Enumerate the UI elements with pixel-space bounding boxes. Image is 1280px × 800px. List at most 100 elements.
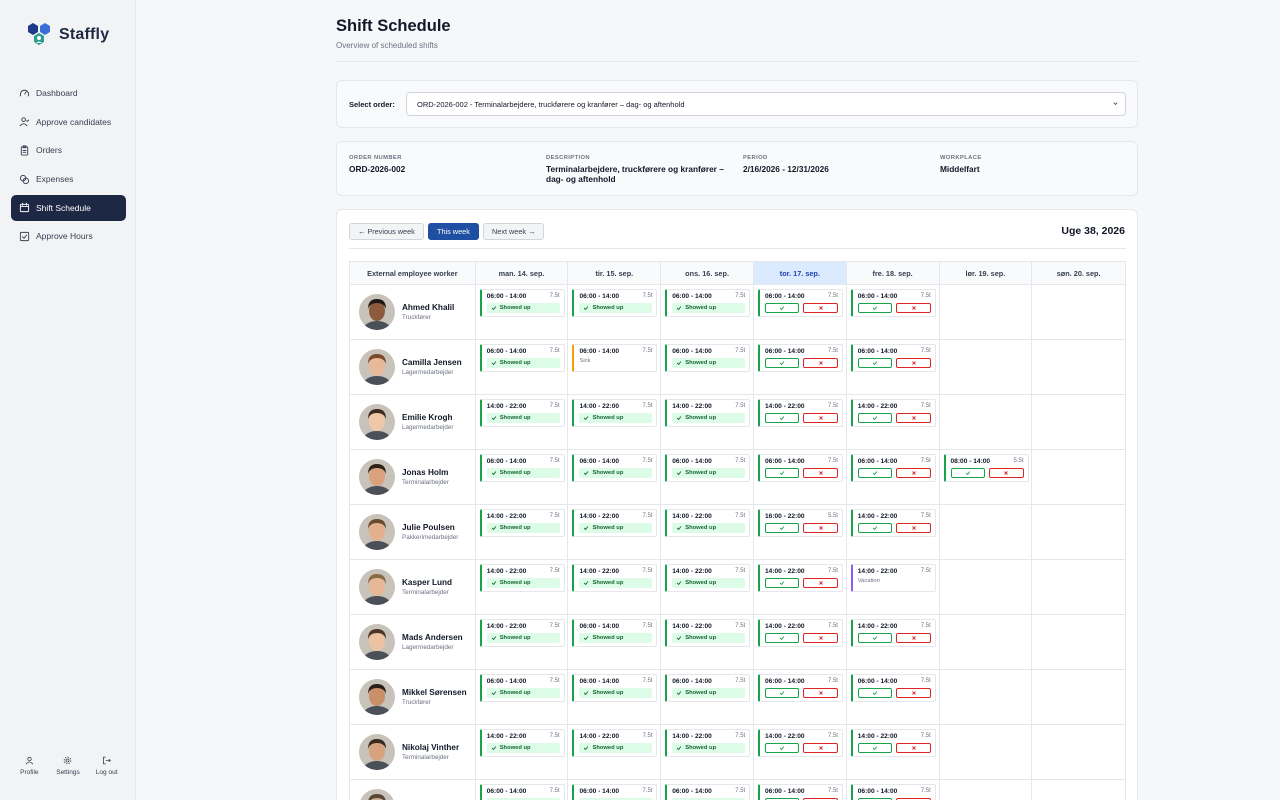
reject-showed-button[interactable] [896, 413, 931, 423]
shift-card[interactable]: 06:00 - 14:00 7.5t [850, 674, 936, 702]
reject-showed-button[interactable] [896, 633, 931, 643]
reject-showed-button[interactable] [803, 688, 838, 698]
shift-card[interactable]: 06:00 - 14:00 7.5t [850, 784, 936, 800]
reject-showed-button[interactable] [803, 468, 838, 478]
order-select[interactable]: ORD-2026-002 - Terminalarbejdere, truckf… [406, 92, 1126, 116]
profile-button[interactable]: Profile [12, 756, 46, 776]
reject-showed-button[interactable] [803, 413, 838, 423]
shift-card[interactable]: 14:00 - 22:00 7.5t Showed up [572, 509, 658, 537]
reject-showed-button[interactable] [803, 633, 838, 643]
approve-showed-button[interactable] [764, 303, 800, 313]
reject-showed-button[interactable] [803, 303, 838, 313]
reject-showed-button[interactable] [896, 523, 931, 533]
shift-card[interactable]: 14:00 - 22:00 7.5t Showed up [572, 729, 658, 757]
shift-card[interactable]: 06:00 - 14:007.5tShowed up [572, 674, 658, 702]
sidebar-item-approve-hours[interactable]: Approve Hours [11, 223, 126, 249]
shift-card[interactable]: 14:00 - 22:00 7.5t [850, 729, 936, 757]
shift-card[interactable]: 06:00 - 14:007.5tShowed up [665, 674, 751, 702]
sidebar-item-dashboard[interactable]: Dashboard [11, 80, 126, 106]
shift-card[interactable]: 14:00 - 22:00 7.5t Showed up [665, 729, 751, 757]
sidebar-item-orders[interactable]: Orders [11, 137, 126, 163]
shift-card[interactable]: 06:00 - 14:007.5tShowed up [665, 344, 751, 372]
approve-showed-button[interactable] [764, 578, 800, 588]
sidebar-item-shift-schedule[interactable]: Shift Schedule [11, 194, 126, 221]
sidebar-item-expenses[interactable]: Expenses [11, 166, 126, 192]
sidebar-item-approve-candidates[interactable]: Approve candidates [11, 109, 126, 135]
shift-card[interactable]: 06:00 - 14:007.5tShowed up [572, 289, 658, 317]
shift-card[interactable]: 14:00 - 22:00 7.5t Showed up [665, 399, 751, 427]
shift-card[interactable]: 14:00 - 22:00 7.5t [757, 564, 843, 592]
shift-card[interactable]: 06:00 - 14:007.5tShowed up [479, 454, 565, 482]
shift-card[interactable]: 06:00 - 14:007.5tShowed up [572, 454, 658, 482]
shift-card[interactable]: 06:00 - 14:00 7.5t [850, 289, 936, 317]
approve-showed-button[interactable] [857, 468, 893, 478]
shift-card[interactable]: 06:00 - 14:00 7.5t [757, 289, 843, 317]
approve-showed-button[interactable] [764, 523, 800, 533]
reject-showed-button[interactable] [803, 578, 838, 588]
employee-cell[interactable]: Mikkel Sørensen Truckfører [350, 670, 476, 724]
reject-showed-button[interactable] [803, 358, 838, 368]
shift-card[interactable]: 06:00 - 14:00 7.5t [850, 454, 936, 482]
approve-showed-button[interactable] [857, 633, 893, 643]
approve-showed-button[interactable] [857, 358, 893, 368]
shift-card[interactable]: 14:00 - 22:00 7.5t [757, 619, 843, 647]
shift-card[interactable]: 14:00 - 22:00 7.5t [850, 399, 936, 427]
approve-showed-button[interactable] [764, 633, 800, 643]
next-week-button[interactable]: Next week → [483, 223, 545, 240]
shift-card[interactable]: 06:00 - 14:00 7.5t Sick [572, 344, 658, 372]
approve-showed-button[interactable] [950, 468, 986, 478]
shift-card[interactable]: 14:00 - 22:00 7.5t Showed up [665, 564, 751, 592]
shift-card[interactable]: 16:00 - 22:00 5.5t [757, 509, 843, 537]
reject-showed-button[interactable] [896, 303, 931, 313]
shift-card[interactable]: 06:00 - 14:007.5tShowed up [479, 344, 565, 372]
reject-showed-button[interactable] [989, 468, 1024, 478]
employee-cell[interactable]: Mads Andersen Lagermedarbejder [350, 615, 476, 669]
approve-showed-button[interactable] [857, 743, 893, 753]
shift-card[interactable]: 06:00 - 14:007.5tShowed up [572, 784, 658, 800]
reject-showed-button[interactable] [803, 523, 838, 533]
shift-card[interactable]: 14:00 - 22:00 7.5t Showed up [479, 509, 565, 537]
shift-card[interactable]: 06:00 - 14:007.5tShowed up [479, 674, 565, 702]
reject-showed-button[interactable] [896, 358, 931, 368]
approve-showed-button[interactable] [764, 468, 800, 478]
shift-card[interactable]: 14:00 - 22:00 7.5t [757, 399, 843, 427]
employee-cell[interactable]: Ahmed Khalil Truckfører [350, 285, 476, 339]
shift-card[interactable]: 14:00 - 22:00 7.5t Showed up [572, 399, 658, 427]
shift-card[interactable]: 06:00 - 14:007.5tShowed up [665, 454, 751, 482]
shift-card[interactable]: 06:00 - 14:00 7.5t [757, 784, 843, 800]
approve-showed-button[interactable] [764, 743, 800, 753]
shift-card[interactable]: 14:00 - 22:00 7.5t [757, 729, 843, 757]
employee-cell[interactable]: Emilie Krogh Lagermedarbejder [350, 395, 476, 449]
shift-card[interactable]: 14:00 - 22:00 7.5t Vacation [850, 564, 936, 592]
shift-card[interactable]: 14:00 - 22:00 7.5t Showed up [572, 564, 658, 592]
shift-card[interactable]: 06:00 - 14:007.5tShowed up [665, 289, 751, 317]
shift-card[interactable]: 14:00 - 22:00 7.5t Showed up [665, 619, 751, 647]
shift-card[interactable]: 06:00 - 14:00 7.5t [757, 454, 843, 482]
logout-button[interactable]: Log out [90, 756, 124, 776]
approve-showed-button[interactable] [764, 358, 800, 368]
shift-card[interactable]: 06:00 - 14:00 7.5t [757, 344, 843, 372]
shift-card[interactable]: 06:00 - 14:007.5tShowed up [665, 784, 751, 800]
reject-showed-button[interactable] [896, 688, 931, 698]
approve-showed-button[interactable] [764, 413, 800, 423]
reject-showed-button[interactable] [896, 743, 931, 753]
approve-showed-button[interactable] [857, 523, 893, 533]
approve-showed-button[interactable] [857, 413, 893, 423]
shift-card[interactable]: 14:00 - 22:00 7.5t Showed up [479, 399, 565, 427]
employee-cell[interactable]: Nikolaj Vinther Terminalarbejder [350, 725, 476, 779]
employee-cell[interactable]: Jonas Holm Terminalarbejder [350, 450, 476, 504]
shift-card[interactable]: 06:00 - 14:007.5tShowed up [479, 289, 565, 317]
approve-showed-button[interactable] [857, 688, 893, 698]
this-week-button[interactable]: This week [428, 223, 479, 240]
shift-card[interactable]: 06:00 - 14:00 7.5t [850, 344, 936, 372]
reject-showed-button[interactable] [803, 743, 838, 753]
employee-cell[interactable]: Kasper Lund Terminalarbejder [350, 560, 476, 614]
settings-button[interactable]: Settings [51, 756, 85, 776]
approve-showed-button[interactable] [857, 303, 893, 313]
employee-cell[interactable]: Camilla Jensen Lagermedarbejder [350, 340, 476, 394]
employee-cell[interactable]: Julie Poulsen Pakkerimedarbejder [350, 505, 476, 559]
shift-card[interactable]: 06:00 - 14:007.5tShowed up [572, 619, 658, 647]
shift-card[interactable]: 14:00 - 22:00 7.5t Showed up [479, 564, 565, 592]
shift-card[interactable]: 14:00 - 22:00 7.5t [850, 509, 936, 537]
shift-card[interactable]: 14:00 - 22:00 7.5t Showed up [479, 729, 565, 757]
